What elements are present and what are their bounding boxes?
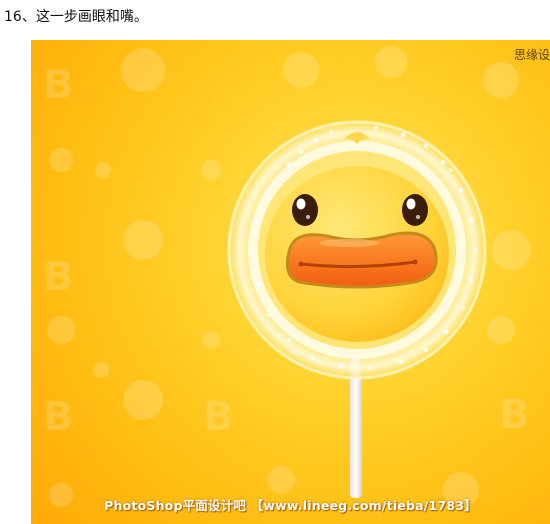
lollipop-illustration: B B B B B 思缘设 PhotoShop平面设计吧 【www.lineeg…: [31, 40, 550, 524]
step-title: 16、这一步画眼和嘴。: [4, 9, 148, 25]
duck-lollipop-artwork: B B B B B: [43, 46, 531, 508]
pattern-letter: B: [43, 254, 74, 300]
pattern-letter: B: [43, 394, 74, 440]
pattern-letter: B: [203, 394, 234, 440]
duck-beak: [285, 231, 438, 289]
site-watermark: PhotoShop平面设计吧 【www.lineeg.com/tieba/178…: [104, 498, 477, 513]
pattern-letter: B: [43, 62, 74, 108]
corner-watermark: 思缘设: [513, 48, 550, 62]
pattern-letter: B: [499, 392, 530, 438]
